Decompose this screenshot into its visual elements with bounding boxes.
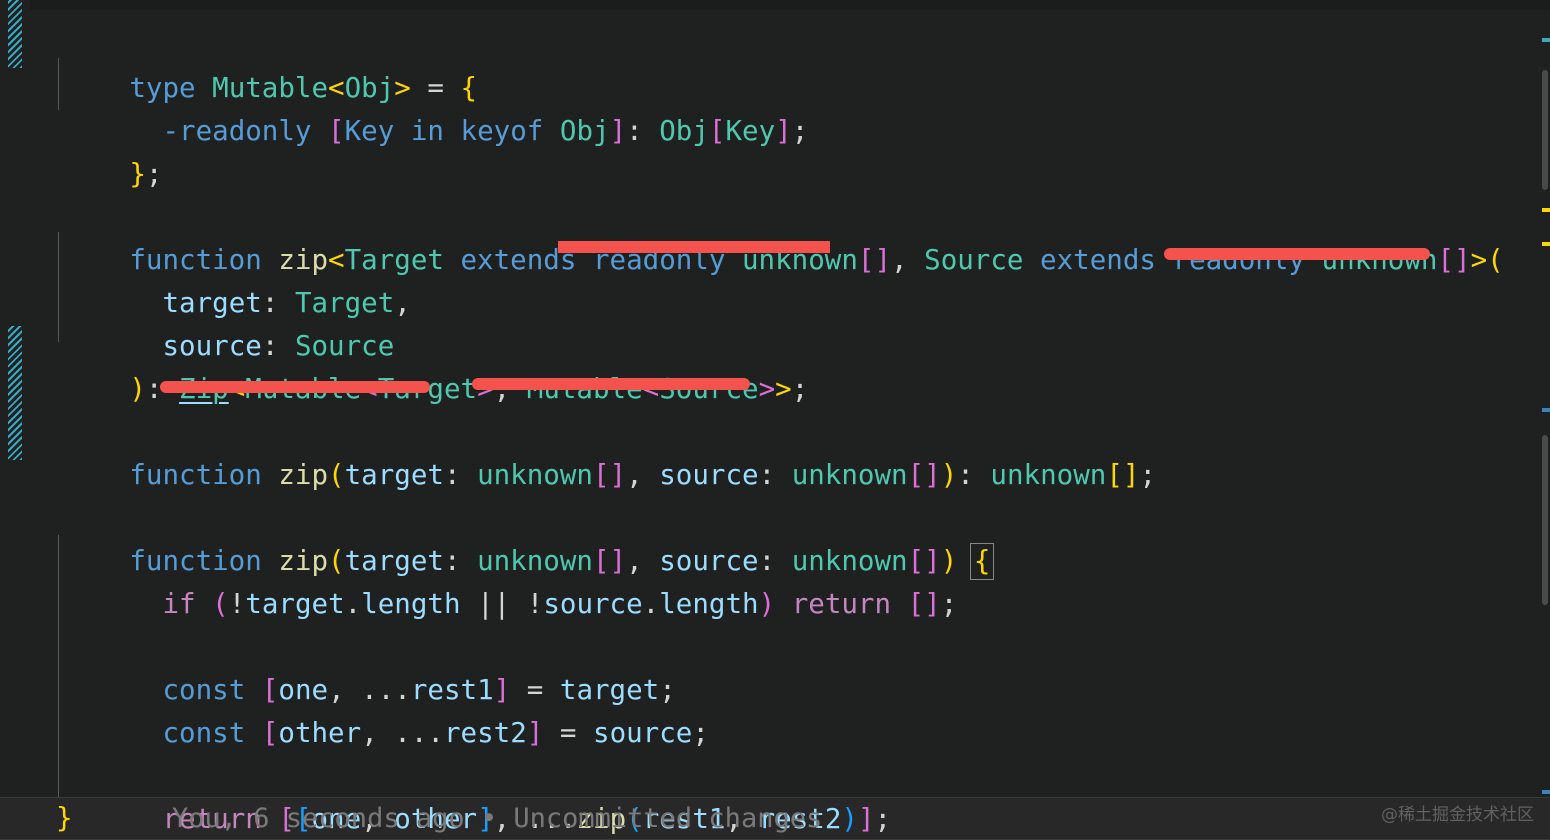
token-bracket-open: [ bbox=[328, 115, 345, 147]
token-var-rest2: rest2 bbox=[443, 717, 527, 749]
token-minus-readonly: -readonly bbox=[162, 115, 312, 147]
token-keyword-in: in bbox=[410, 115, 444, 147]
code-line-16[interactable]: const [other, ...rest2] = source; bbox=[30, 669, 708, 749]
token-bracket-close: ] bbox=[924, 459, 941, 491]
git-blame-annotation[interactable]: You, 6 seconds ago • Uncommitted changes bbox=[172, 797, 822, 840]
overview-ruler-mark[interactable] bbox=[1542, 208, 1550, 212]
token-type-unknown: unknown bbox=[990, 459, 1107, 491]
token-keyword-keyof: keyof bbox=[460, 115, 544, 147]
code-line-1[interactable]: type Mutable<Obj> = { bbox=[30, 24, 477, 104]
token-bracket-open: [ bbox=[708, 115, 726, 147]
token-param-target: target bbox=[344, 459, 444, 491]
overview-ruler-mark[interactable] bbox=[1542, 408, 1550, 412]
token-bracket-close: ] bbox=[775, 115, 792, 147]
token-bracket-close: ] bbox=[1454, 244, 1471, 276]
watermark-label: @稀土掘金技术社区 bbox=[1381, 805, 1534, 825]
token-var-other: other bbox=[278, 717, 362, 749]
scrollbar-slider[interactable] bbox=[1542, 435, 1548, 605]
token-key: Key bbox=[344, 115, 395, 147]
token-bracket-open: [ bbox=[261, 717, 279, 749]
closing-brace: } bbox=[56, 802, 73, 834]
token-type-obj: Obj bbox=[659, 115, 709, 147]
token-var-target: target bbox=[245, 588, 345, 620]
token-paren-close: ) bbox=[129, 373, 146, 405]
token-angle-close: >( bbox=[1470, 244, 1504, 276]
overview-ruler-mark[interactable] bbox=[1542, 38, 1550, 42]
code-line-12[interactable]: function zip(target: unknown[], source: … bbox=[30, 497, 995, 580]
token-prop-length: length bbox=[659, 588, 759, 620]
code-line-13[interactable]: if (!target.length || !source.length) re… bbox=[30, 540, 957, 620]
code-line-18[interactable]: return [[one, other], ...zip(rest1, rest… bbox=[30, 755, 891, 835]
token-paren-open: ( bbox=[212, 588, 229, 620]
token-bracket-open: [ bbox=[907, 588, 925, 620]
token-angle-close: > bbox=[775, 373, 792, 405]
annotation-marker-mutable-source bbox=[472, 378, 750, 390]
token-function-zip: zip bbox=[278, 459, 329, 491]
token-keyword-function: function bbox=[129, 459, 262, 491]
token-bracket-close: ] bbox=[609, 115, 627, 147]
token-brace-open-matched: { bbox=[969, 543, 995, 580]
token-paren-close: ) bbox=[841, 803, 858, 835]
code-line-5[interactable]: function zip<Target extends readonly unk… bbox=[30, 196, 1503, 276]
token-bracket-open: [ bbox=[592, 459, 610, 491]
token-keyword-extends: extends bbox=[1040, 244, 1156, 276]
token-type-unknown: unknown bbox=[791, 459, 908, 491]
code-line-15[interactable]: const [one, ...rest1] = target; bbox=[30, 626, 675, 706]
annotation-marker-readonly-target bbox=[558, 241, 830, 253]
token-type-unknown: unknown bbox=[477, 459, 593, 491]
token-key: Key bbox=[725, 115, 776, 147]
scrollbar-slider[interactable] bbox=[1542, 70, 1548, 190]
token-bracket-close: ] bbox=[924, 588, 941, 620]
code-line-6[interactable]: target: Target, bbox=[30, 239, 410, 319]
token-paren-close: ) bbox=[940, 459, 958, 491]
token-var-source: source bbox=[593, 717, 693, 749]
code-content[interactable]: type Mutable<Obj> = { -readonly [Key in … bbox=[0, 0, 1550, 840]
token-bracket-close: ] bbox=[874, 244, 892, 276]
token-type-source: Source bbox=[924, 244, 1024, 276]
token-bracket-close: ] bbox=[857, 803, 875, 835]
code-line-3[interactable]: }; bbox=[30, 110, 162, 190]
code-line-10[interactable]: function zip(target: unknown[], source: … bbox=[30, 411, 1156, 491]
code-line-7[interactable]: source: Source bbox=[30, 282, 394, 362]
overview-ruler-mark[interactable] bbox=[1542, 790, 1550, 794]
overview-ruler-mark[interactable] bbox=[1542, 242, 1550, 246]
token-brace-close: } bbox=[129, 158, 146, 190]
code-line-2[interactable]: -readonly [Key in keyof Obj]: Obj[Key]; bbox=[30, 67, 808, 147]
token-paren-open: ( bbox=[328, 459, 345, 491]
annotation-marker-mutable-target bbox=[160, 381, 430, 393]
token-bracket-open: [ bbox=[1106, 459, 1123, 491]
token-type-obj: Obj bbox=[559, 115, 610, 147]
code-line-8[interactable]: ): Zip<Mutable<Target>, Mutable<Source>>… bbox=[30, 325, 808, 405]
token-bracket-close: ] bbox=[526, 717, 544, 749]
token-paren-close: ) bbox=[758, 588, 776, 620]
token-prop-length: length bbox=[361, 588, 461, 620]
token-bracket-close: ] bbox=[1122, 459, 1140, 491]
code-editor[interactable]: type Mutable<Obj> = { -readonly [Key in … bbox=[0, 0, 1550, 840]
token-keyword-if: if bbox=[162, 588, 196, 620]
token-bracket-open: [ bbox=[907, 459, 925, 491]
token-var-source: source bbox=[543, 588, 643, 620]
token-keyword-const: const bbox=[162, 717, 246, 749]
token-bracket-close: ] bbox=[609, 459, 627, 491]
token-keyword-return: return bbox=[791, 588, 892, 620]
token-bracket-open: [ bbox=[857, 244, 875, 276]
token-bracket-open: [ bbox=[1437, 244, 1454, 276]
annotation-marker-readonly-source bbox=[1164, 248, 1430, 260]
token-param-source: source bbox=[659, 459, 759, 491]
token-angle-close: > bbox=[758, 373, 776, 405]
